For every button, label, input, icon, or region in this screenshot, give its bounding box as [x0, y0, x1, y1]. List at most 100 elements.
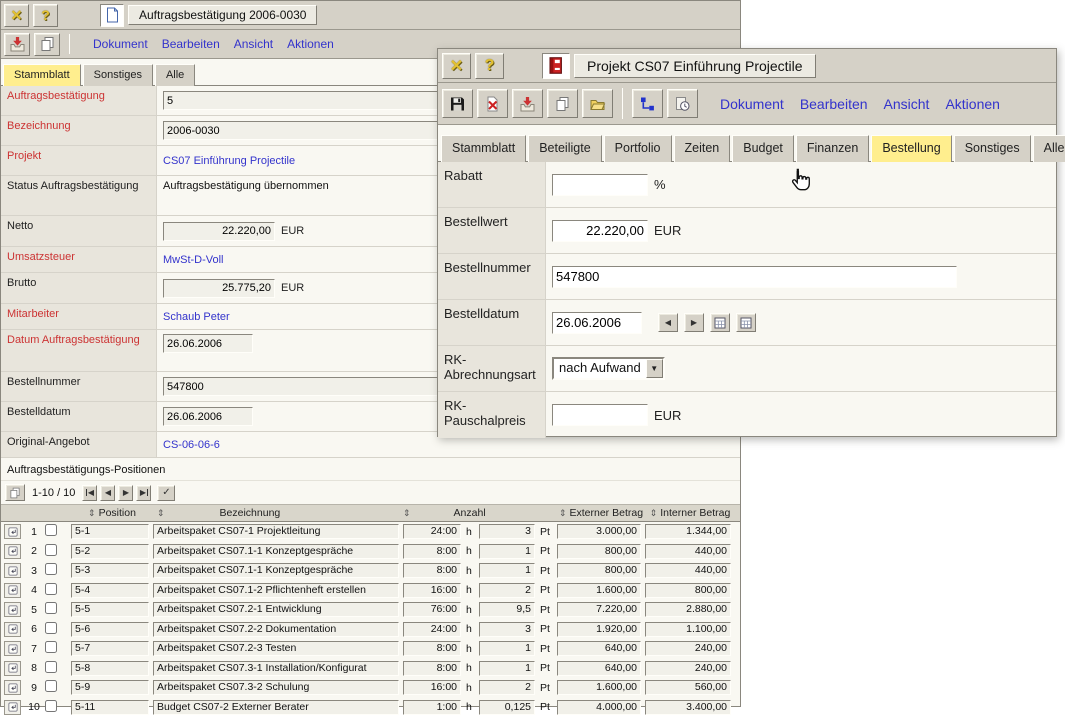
menu-bearbeiten[interactable]: Bearbeiten — [800, 96, 868, 112]
anzahl-hours-cell[interactable]: 8:00 — [403, 661, 461, 676]
projekt-link[interactable]: CS07 Einführung Projectile — [163, 155, 295, 167]
tab-bestellung[interactable]: Bestellung — [871, 135, 951, 162]
interner-betrag-cell[interactable]: 440,00 — [645, 544, 731, 559]
dropdown-arrow-icon[interactable]: ▼ — [646, 359, 663, 378]
datum-auftragsbestaetigung-input[interactable] — [163, 334, 253, 353]
bestellnummer-input[interactable] — [552, 266, 957, 288]
position-cell[interactable]: 5-7 — [71, 641, 149, 656]
position-cell[interactable]: 5-11 — [71, 700, 149, 715]
rk-abrechnungsart-select[interactable]: nach Aufwand ▼ — [552, 357, 665, 380]
position-cell[interactable]: 5-2 — [71, 544, 149, 559]
tab-stammblatt[interactable]: Stammblatt — [3, 64, 81, 86]
help-button[interactable]: ? — [33, 4, 58, 27]
pager-first-button[interactable]: ◀ — [82, 485, 97, 501]
bezeichnung-cell[interactable]: Arbeitspaket CS07.3-1 Installation/Konfi… — [153, 661, 399, 676]
position-cell[interactable]: 5-4 — [71, 583, 149, 598]
externer-betrag-cell[interactable]: 1.600,00 — [557, 680, 641, 695]
externer-betrag-cell[interactable]: 800,00 — [557, 544, 641, 559]
date-prev-button[interactable]: ◀ — [658, 313, 678, 332]
bezeichnung-cell[interactable]: Arbeitspaket CS07.2-2 Dokumentation — [153, 622, 399, 637]
row-checkbox[interactable] — [45, 641, 57, 653]
open-position-button[interactable] — [4, 641, 21, 656]
bestellwert-input[interactable] — [552, 220, 648, 242]
menu-aktionen[interactable]: Aktionen — [945, 96, 999, 112]
bezeichnung-cell[interactable]: Arbeitspaket CS07.3-2 Schulung — [153, 680, 399, 695]
position-cell[interactable]: 5-3 — [71, 563, 149, 578]
row-checkbox[interactable] — [45, 661, 57, 673]
anzahl-hours-cell[interactable]: 1:00 — [403, 700, 461, 715]
position-cell[interactable]: 5-5 — [71, 602, 149, 617]
row-checkbox[interactable] — [45, 700, 57, 712]
anzahl-hours-cell[interactable]: 8:00 — [403, 544, 461, 559]
import-button[interactable] — [4, 33, 30, 56]
anzahl-pt-cell[interactable]: 3 — [479, 622, 535, 637]
anzahl-pt-cell[interactable]: 2 — [479, 680, 535, 695]
tab-portfolio[interactable]: Portfolio — [604, 135, 672, 162]
externer-betrag-cell[interactable]: 4.000,00 — [557, 700, 641, 715]
sort-icon[interactable]: ⇕ — [559, 508, 567, 519]
pager-copy-button[interactable] — [5, 484, 25, 501]
tab-alle[interactable]: Alle — [155, 64, 195, 86]
anzahl-pt-cell[interactable]: 1 — [479, 563, 535, 578]
column-header-interner-betrag[interactable]: ⇕Interner Betrag — [645, 507, 735, 519]
externer-betrag-cell[interactable]: 1.600,00 — [557, 583, 641, 598]
menu-aktionen[interactable]: Aktionen — [287, 37, 334, 51]
brutto-input[interactable] — [163, 279, 275, 298]
interner-betrag-cell[interactable]: 3.400,00 — [645, 700, 731, 715]
anzahl-hours-cell[interactable]: 16:00 — [403, 583, 461, 598]
umsatzsteuer-link[interactable]: MwSt-D-Voll — [163, 254, 224, 266]
interner-betrag-cell[interactable]: 1.100,00 — [645, 622, 731, 637]
tab-zeiten[interactable]: Zeiten — [674, 135, 731, 162]
anzahl-pt-cell[interactable]: 1 — [479, 641, 535, 656]
bestelldatum-input[interactable] — [552, 312, 642, 334]
bezeichnung-cell[interactable]: Arbeitspaket CS07-1 Projektleitung — [153, 524, 399, 539]
column-header-externer-betrag[interactable]: ⇕Externer Betrag — [557, 507, 645, 519]
import-button[interactable] — [512, 89, 543, 118]
open-position-button[interactable] — [4, 680, 21, 695]
externer-betrag-cell[interactable]: 800,00 — [557, 563, 641, 578]
anzahl-hours-cell[interactable]: 8:00 — [403, 641, 461, 656]
calendar-button[interactable] — [710, 313, 730, 332]
bezeichnung-cell[interactable]: Arbeitspaket CS07.1-1 Konzeptgespräche — [153, 544, 399, 559]
row-checkbox[interactable] — [45, 583, 57, 595]
bezeichnung-cell[interactable]: Arbeitspaket CS07.1-1 Konzeptgespräche — [153, 563, 399, 578]
original-angebot-link[interactable]: CS-06-06-6 — [163, 439, 220, 451]
bezeichnung-cell[interactable]: Arbeitspaket CS07.2-3 Testen — [153, 641, 399, 656]
bezeichnung-cell[interactable]: Budget CS07-2 Externer Berater — [153, 700, 399, 715]
rk-pauschalpreis-input[interactable] — [552, 404, 648, 426]
anzahl-pt-cell[interactable]: 1 — [479, 544, 535, 559]
menu-bearbeiten[interactable]: Bearbeiten — [162, 37, 220, 51]
externer-betrag-cell[interactable]: 640,00 — [557, 661, 641, 676]
position-cell[interactable]: 5-6 — [71, 622, 149, 637]
help-button[interactable]: ? — [475, 53, 504, 79]
bezeichnung-cell[interactable]: Arbeitspaket CS07.2-1 Entwicklung — [153, 602, 399, 617]
position-cell[interactable]: 5-1 — [71, 524, 149, 539]
pager-select-all-button[interactable]: ✓ — [157, 485, 175, 501]
anzahl-hours-cell[interactable]: 24:00 — [403, 622, 461, 637]
column-header-bezeichnung[interactable]: ⇕Bezeichnung — [153, 507, 403, 519]
row-checkbox[interactable] — [45, 602, 57, 614]
interner-betrag-cell[interactable]: 440,00 — [645, 563, 731, 578]
externer-betrag-cell[interactable]: 3.000,00 — [557, 524, 641, 539]
menu-dokument[interactable]: Dokument — [720, 96, 784, 112]
tab-alle[interactable]: Alle — [1033, 135, 1065, 162]
open-position-button[interactable] — [4, 544, 21, 559]
close-button[interactable]: ✕ — [4, 4, 29, 27]
open-position-button[interactable] — [4, 700, 21, 715]
position-cell[interactable]: 5-9 — [71, 680, 149, 695]
pager-prev-button[interactable]: ◀ — [100, 485, 115, 501]
externer-betrag-cell[interactable]: 7.220,00 — [557, 602, 641, 617]
menu-ansicht[interactable]: Ansicht — [884, 96, 930, 112]
anzahl-pt-cell[interactable]: 3 — [479, 524, 535, 539]
menu-dokument[interactable]: Dokument — [93, 37, 148, 51]
open-position-button[interactable] — [4, 602, 21, 617]
anzahl-hours-cell[interactable]: 76:00 — [403, 602, 461, 617]
delete-button[interactable] — [477, 89, 508, 118]
externer-betrag-cell[interactable]: 640,00 — [557, 641, 641, 656]
date-next-button[interactable]: ▶ — [684, 313, 704, 332]
rabatt-input[interactable] — [552, 174, 648, 196]
open-position-button[interactable] — [4, 661, 21, 676]
bezeichnung-cell[interactable]: Arbeitspaket CS07.1-2 Pflichtenheft erst… — [153, 583, 399, 598]
history-button[interactable] — [667, 89, 698, 118]
interner-betrag-cell[interactable]: 2.880,00 — [645, 602, 731, 617]
